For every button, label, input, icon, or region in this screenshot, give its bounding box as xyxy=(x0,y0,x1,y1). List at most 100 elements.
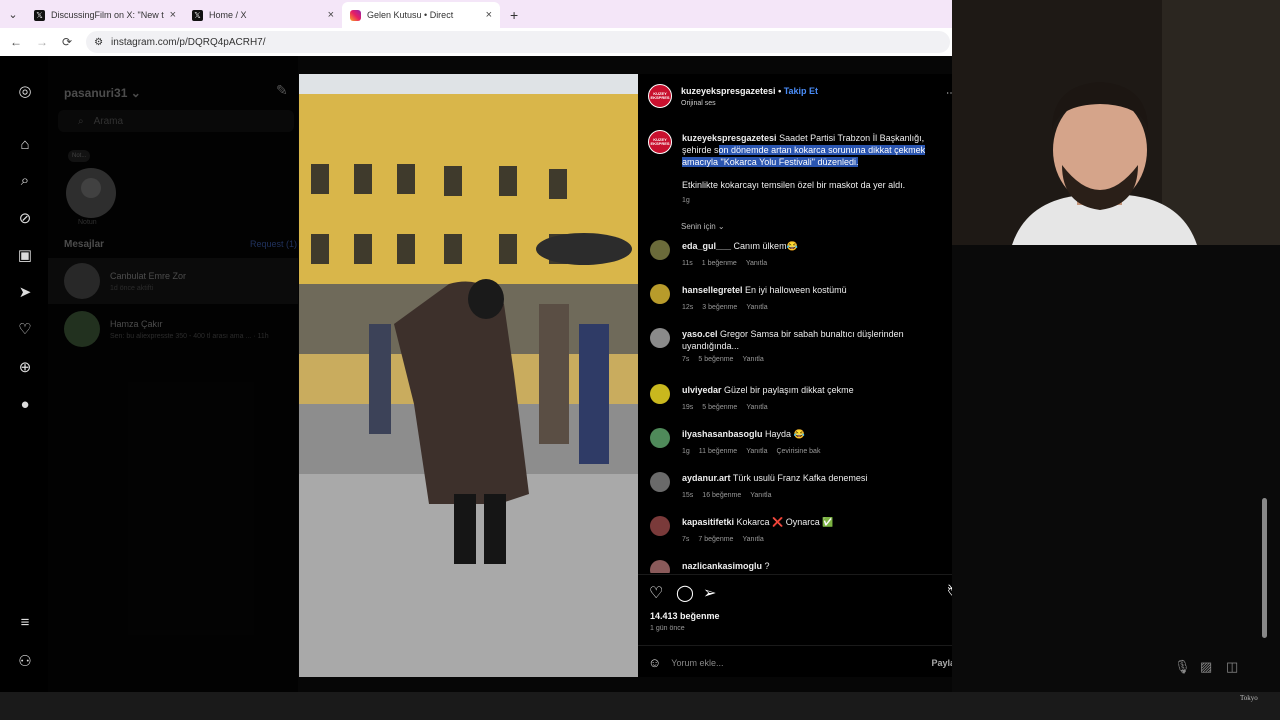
comment-likes[interactable]: 1 beğenme xyxy=(702,260,737,267)
new-tab-button[interactable]: + xyxy=(500,2,528,28)
comments-list[interactable]: eda_gul___ Canım ülkem😂 11s 1 beğenme Yanıt… xyxy=(638,240,970,573)
comment-username[interactable]: nazlicankasimoglu xyxy=(682,561,762,571)
comment-time: 7s xyxy=(682,536,690,543)
reply-button[interactable]: Yanıtla xyxy=(746,304,767,311)
account-name-link[interactable]: kuzeyekspresgazetesi xyxy=(681,86,776,96)
avatar[interactable] xyxy=(650,240,670,260)
site-info-icon[interactable]: ⚙ xyxy=(94,37,103,48)
reply-button[interactable]: Yanıtla xyxy=(742,356,763,363)
caption: kuzeyekspresgazetesi Saadet Partisi Trab… xyxy=(682,132,942,168)
post-header: kuzeyekspresgazetesi • Takip Et xyxy=(681,86,819,96)
post-video[interactable]: 🔈 xyxy=(299,74,638,677)
sticker-icon[interactable]: ◫ xyxy=(1226,659,1238,675)
reels-icon[interactable]: ▣ xyxy=(16,246,34,264)
tab-title: Gelen Kutusu • Direct xyxy=(367,10,454,20)
follow-button[interactable]: Takip Et xyxy=(784,86,818,96)
comment-meta: 1g 11 beğenme Yanıtla Çevirisine bak xyxy=(682,448,820,455)
close-tab-icon[interactable]: × xyxy=(486,9,492,21)
create-icon[interactable]: ⊕ xyxy=(16,358,34,376)
avatar[interactable] xyxy=(650,284,670,304)
comment-username[interactable]: ilyashasanbasoglu xyxy=(682,429,763,439)
comment-likes[interactable]: 5 beğenme xyxy=(698,356,733,363)
likes-count[interactable]: 14.413 beğenme xyxy=(650,611,720,621)
comment-likes[interactable]: 11 beğenme xyxy=(699,448,737,455)
comment-time: 11s xyxy=(682,260,693,267)
reply-button[interactable]: Yanıtla xyxy=(746,448,767,455)
tab-instagram-direct[interactable]: Gelen Kutusu • Direct × xyxy=(342,2,500,28)
comment-sort-dropdown[interactable]: Senin için ⌄ xyxy=(681,222,725,231)
image-icon[interactable]: ▨ xyxy=(1200,659,1212,675)
post-details-panel: KUZEY EKSPRES kuzeyekspresgazetesi • Tak… xyxy=(638,74,970,677)
x-logo-icon: 𝕏 xyxy=(192,9,203,21)
notifications-heart-icon[interactable]: ♡ xyxy=(16,320,34,338)
comment-likes[interactable]: 5 beğenme xyxy=(702,404,737,411)
comment-username[interactable]: ulviyedar xyxy=(682,385,722,395)
comment-body: yaso.cel Gregor Samsa bir sabah bunaltıc… xyxy=(682,328,932,352)
comment-meta: 11s 1 beğenme Yanıtla xyxy=(682,260,776,267)
caption-avatar[interactable]: KUZEY EKSPRES xyxy=(648,130,672,154)
comment-username[interactable]: hansellegretel xyxy=(682,285,743,295)
explore-icon[interactable]: ⊘ xyxy=(16,209,34,227)
forward-arrow-icon[interactable]: → xyxy=(36,35,48,49)
close-tab-icon[interactable]: × xyxy=(170,9,176,21)
reply-button[interactable]: Yanıtla xyxy=(746,260,767,267)
instagram-nav-rail: ◎ ⌂ ⌕ ⊘ ▣ ➤ ♡ ⊕ ● ≡ ⚇ xyxy=(0,56,48,692)
comment-icon[interactable]: ◯ xyxy=(676,583,694,603)
comment-username[interactable]: yaso.cel xyxy=(682,329,718,339)
see-translation-link[interactable]: Çevirisine bak xyxy=(776,448,820,455)
close-tab-icon[interactable]: × xyxy=(328,9,334,21)
comment-text: ? xyxy=(764,561,770,571)
comment-body: ilyashasanbasoglu Hayda 😂 xyxy=(682,428,932,440)
instagram-icon xyxy=(350,9,361,21)
comment-likes[interactable]: 16 beğenme xyxy=(702,492,741,499)
like-heart-icon[interactable]: ♡ xyxy=(649,583,663,603)
avatar[interactable] xyxy=(650,472,670,492)
share-send-icon[interactable]: ➢ xyxy=(703,583,716,603)
comment-username[interactable]: eda_gul___ xyxy=(682,241,731,251)
logo-text: KUZEY EKSPRES xyxy=(650,90,670,100)
back-arrow-icon[interactable]: ← xyxy=(10,35,22,49)
reply-button[interactable]: Yanıtla xyxy=(742,536,763,543)
comment-username[interactable]: kapasitifetki xyxy=(682,517,734,527)
avatar[interactable] xyxy=(650,516,670,536)
tab-home-x[interactable]: 𝕏 Home / X × xyxy=(184,2,342,28)
comment-meta: 7s 5 beğenme Yanıtla xyxy=(682,356,773,363)
messages-icon[interactable]: ➤ xyxy=(16,283,34,301)
comment-text: Hayda 😂 xyxy=(765,429,805,439)
url-field[interactable]: ⚙ instagram.com/p/DQRQ4pACRH7/ xyxy=(86,31,950,53)
tab-discussingfilm[interactable]: 𝕏 DiscussingFilm on X: "New trail × xyxy=(26,2,184,28)
avatar[interactable] xyxy=(650,560,670,573)
comment-time: 7s xyxy=(682,356,690,363)
reply-button[interactable]: Yanıtla xyxy=(750,492,771,499)
webcam-overlay xyxy=(952,0,1280,245)
comment-body: eda_gul___ Canım ülkem😂 xyxy=(682,240,932,252)
comment-likes[interactable]: 7 beğenme xyxy=(698,536,733,543)
instagram-logo-icon[interactable]: ◎ xyxy=(16,82,34,100)
audio-link[interactable]: Orijinal ses xyxy=(681,100,716,107)
tab-search-icon[interactable]: ⌄ xyxy=(0,0,26,28)
comment-time: 12s xyxy=(682,304,694,311)
comment-text: Güzel bir paylaşım dikkat çekme xyxy=(724,385,854,395)
comment-username[interactable]: aydanur.art xyxy=(682,473,731,483)
address-bar-row: ← → ⟳ ⚙ instagram.com/p/DQRQ4pACRH7/ xyxy=(0,28,952,56)
profile-avatar-icon[interactable]: ● xyxy=(16,396,34,413)
comment-likes[interactable]: 3 beğenme xyxy=(702,304,737,311)
comment-input[interactable]: ☺ Yorum ekle... Paylaş xyxy=(638,645,970,679)
search-icon[interactable]: ⌕ xyxy=(16,172,34,189)
more-apps-icon[interactable]: ⚇ xyxy=(16,652,34,670)
microphone-icon[interactable]: 🎙︎ xyxy=(1174,659,1191,675)
avatar[interactable] xyxy=(650,328,670,348)
scrollbar[interactable] xyxy=(1262,498,1267,638)
account-logo[interactable]: KUZEY EKSPRES xyxy=(648,84,672,108)
reload-icon[interactable]: ⟳ xyxy=(62,35,72,49)
menu-icon[interactable]: ≡ xyxy=(16,614,34,631)
caption-username[interactable]: kuzeyekspresgazetesi xyxy=(682,133,777,143)
comment-body: nazlicankasimoglu ? xyxy=(682,560,932,572)
home-icon[interactable]: ⌂ xyxy=(16,136,34,153)
avatar[interactable] xyxy=(650,384,670,404)
avatar[interactable] xyxy=(650,428,670,448)
emoji-icon[interactable]: ☺ xyxy=(648,655,661,670)
caption-second-line: Etkinlikte kokarcayı temsilen özel bir m… xyxy=(682,180,906,190)
reply-button[interactable]: Yanıtla xyxy=(746,404,767,411)
caption-time: 1g xyxy=(682,197,690,204)
